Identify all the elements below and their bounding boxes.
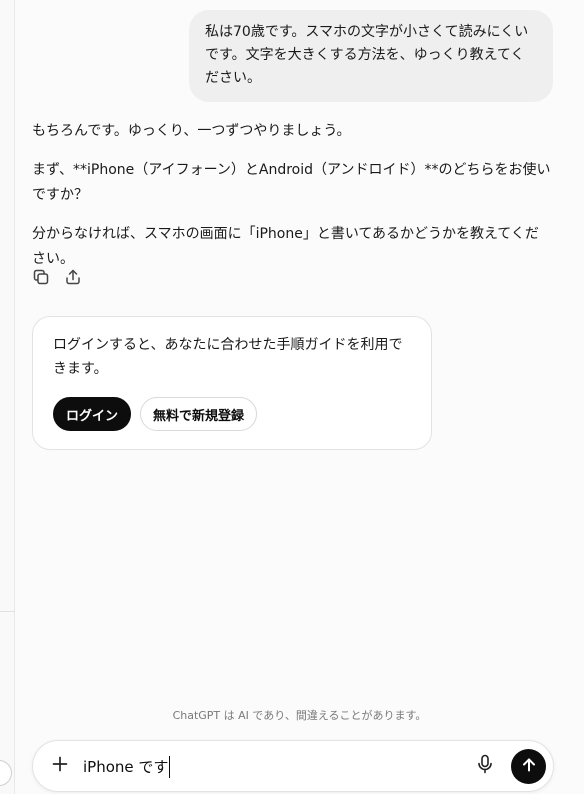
voice-input-button[interactable] xyxy=(475,754,495,778)
signup-button[interactable]: 無料で新規登録 xyxy=(140,397,258,431)
composer: iPhone です xyxy=(32,740,554,792)
sidebar-edge xyxy=(0,0,15,794)
copy-icon xyxy=(32,268,50,290)
disclaimer-text: ChatGPT は AI であり、間違えることがあります。 xyxy=(172,709,427,722)
attach-button[interactable] xyxy=(49,755,71,777)
user-message-bubble: 私は70歳です。スマホの文字が小さくて読みにくいです。文字を大きくする方法を、ゆ… xyxy=(189,10,553,102)
share-icon xyxy=(64,268,82,290)
user-message-text: 私は70歳です。スマホの文字が小さくて読みにくいです。文字を大きくする方法を、ゆ… xyxy=(205,24,529,86)
login-button[interactable]: ログイン xyxy=(53,397,132,431)
sidebar-divider xyxy=(0,611,15,612)
login-prompt-card: ログインすると、あなたに合わせた手順ガイドを利用できます。 ログイン 無料で新規… xyxy=(32,316,432,450)
assistant-paragraph: 分からなければ、スマホの画面に「iPhone」と書いてあるかどうかを教えてくださ… xyxy=(32,226,539,267)
login-card-buttons: ログイン 無料で新規登録 xyxy=(53,397,411,431)
arrow-up-icon xyxy=(521,757,537,777)
assistant-paragraph: まず、**iPhone（アイフォーン）とAndroid（アンドロイド）**のどち… xyxy=(32,162,551,203)
message-input[interactable]: iPhone です xyxy=(83,756,171,778)
share-button[interactable] xyxy=(64,268,82,290)
assistant-message: もちろんです。ゆっくり、一つずつやりましょう。 まず、**iPhone（アイフォ… xyxy=(32,119,552,286)
plus-icon xyxy=(51,755,69,777)
send-button[interactable] xyxy=(511,749,546,784)
assistant-paragraph: もちろんです。ゆっくり、一つずつやりましょう。 xyxy=(32,123,351,139)
copy-button[interactable] xyxy=(32,268,50,290)
login-prompt-text: ログインすると、あなたに合わせた手順ガイドを利用できます。 xyxy=(53,337,403,377)
message-actions xyxy=(32,268,82,290)
microphone-icon xyxy=(476,754,494,778)
